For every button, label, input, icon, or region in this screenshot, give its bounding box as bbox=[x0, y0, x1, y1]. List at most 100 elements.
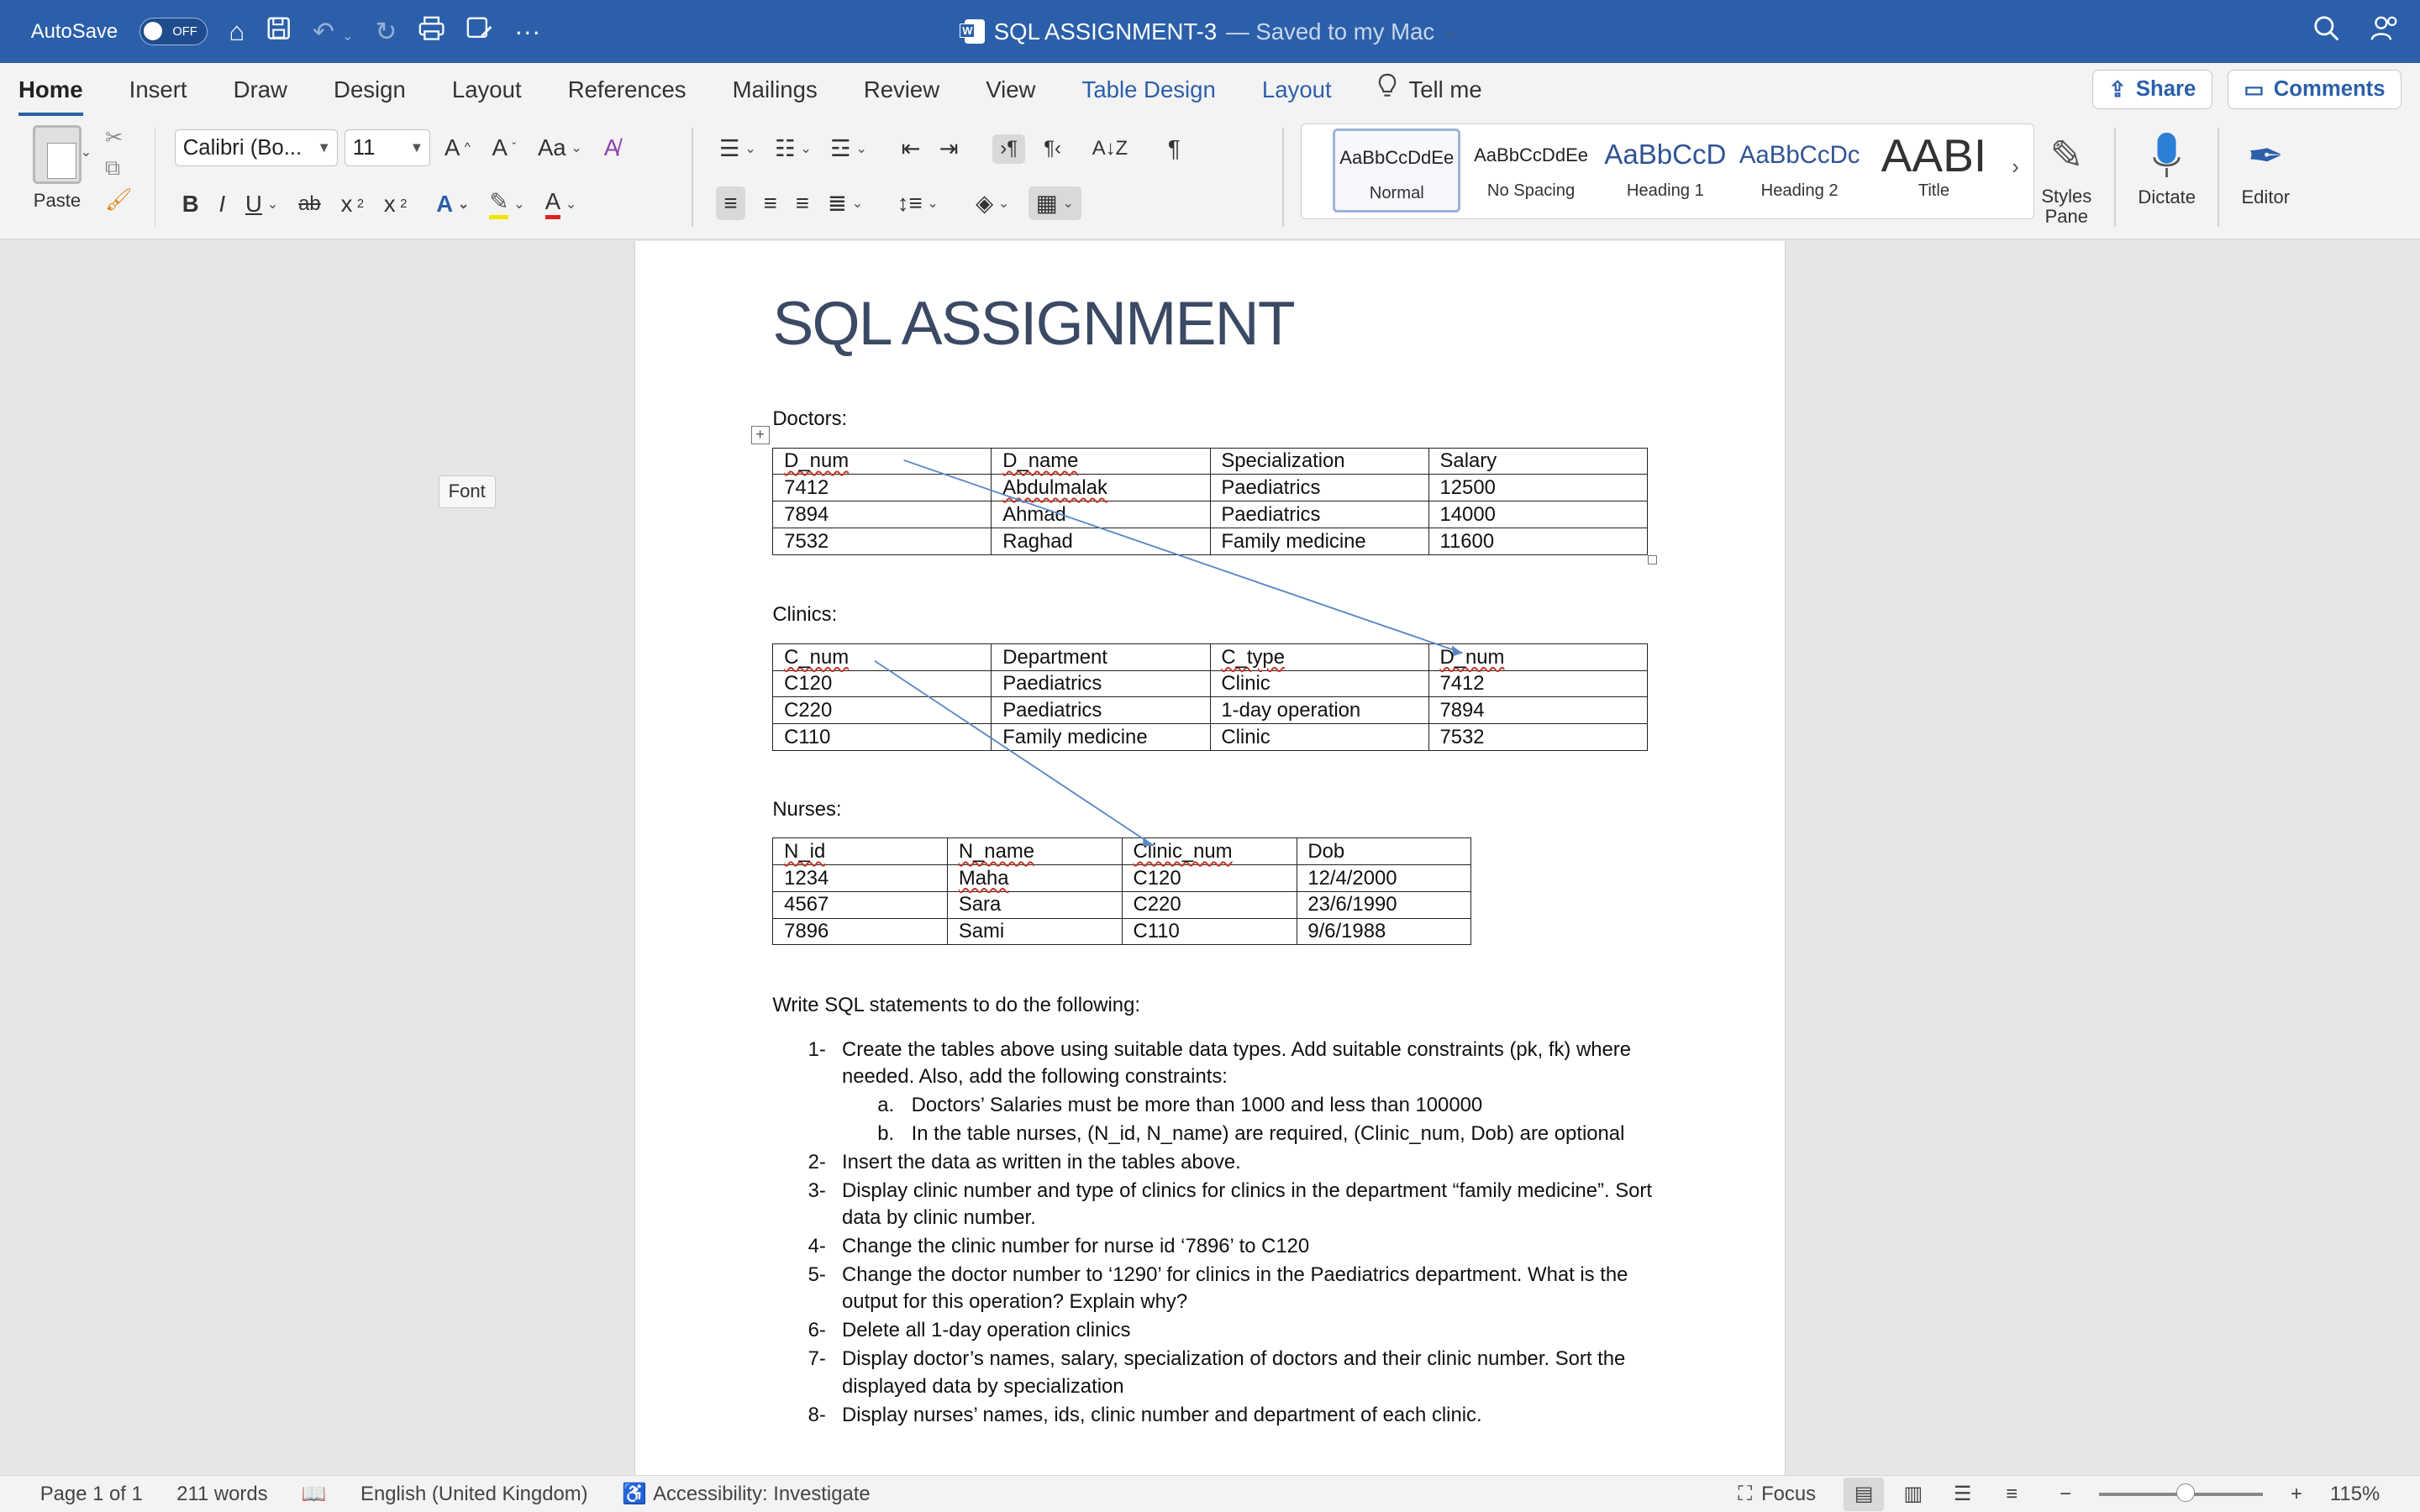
list-item[interactable]: 6- Delete all 1-day operation clinics bbox=[772, 1317, 1652, 1344]
redo-icon[interactable]: ↻ bbox=[375, 17, 397, 47]
change-case-icon[interactable]: Aa ⌄ bbox=[538, 134, 582, 161]
doctors-label[interactable]: Doctors: bbox=[772, 407, 847, 431]
tell-me-search[interactable]: Tell me bbox=[1378, 73, 1482, 105]
strikethrough-icon[interactable]: ab bbox=[298, 192, 321, 216]
table-cell[interactable]: Clinic_num bbox=[1121, 837, 1297, 866]
underline-icon[interactable]: U ⌄ bbox=[245, 191, 278, 218]
tab-insert[interactable]: Insert bbox=[129, 76, 187, 103]
accessibility-status[interactable]: ♿ Accessibility: Investigate bbox=[622, 1482, 871, 1506]
table-cell[interactable]: 12500 bbox=[1428, 474, 1648, 502]
align-center-icon[interactable]: ≡ bbox=[764, 190, 777, 217]
styles-pane-button[interactable]: ✎ Styles Pane bbox=[2037, 125, 2096, 227]
share-button[interactable]: ⇪ Share bbox=[2091, 69, 2212, 110]
list-item[interactable]: 7- Display doctor’s names, salary, specia… bbox=[772, 1346, 1652, 1399]
increase-indent-icon[interactable]: ⇥ bbox=[939, 135, 959, 162]
page-count[interactable]: Page 1 of 1 bbox=[40, 1483, 143, 1506]
tab-mailings[interactable]: Mailings bbox=[733, 76, 818, 103]
table-cell[interactable]: 4567 bbox=[772, 890, 948, 919]
table-cell[interactable]: 1234 bbox=[772, 864, 948, 892]
table-cell[interactable]: C_num bbox=[772, 643, 992, 671]
superscript-icon[interactable]: x2 bbox=[384, 191, 407, 218]
document-page[interactable]: SQL ASSIGNMENT Doctors: + D_num D_name Spe… bbox=[634, 240, 1786, 1475]
table-cell[interactable]: C220 bbox=[1121, 890, 1297, 919]
table-cell[interactable]: Maha bbox=[946, 864, 1123, 892]
tab-design[interactable]: Design bbox=[334, 76, 406, 103]
table-cell[interactable]: 9/6/1988 bbox=[1296, 917, 1472, 946]
shading-icon[interactable]: ◈ ⌄ bbox=[976, 190, 1010, 217]
word-count[interactable]: 211 words bbox=[176, 1483, 267, 1506]
table-cell[interactable]: C120 bbox=[772, 669, 992, 698]
draft-view-icon[interactable]: ≡ bbox=[1991, 1478, 2032, 1511]
table-cell[interactable]: Paediatrics bbox=[991, 696, 1211, 725]
outline-view-icon[interactable]: ☰ bbox=[1943, 1478, 1983, 1511]
table-cell[interactable]: N_id bbox=[772, 837, 948, 866]
chevron-right-icon[interactable]: › bbox=[2012, 155, 2019, 180]
table-resize-handle[interactable] bbox=[1647, 555, 1657, 565]
table-cell[interactable]: 7412 bbox=[1428, 669, 1648, 698]
grow-font-icon[interactable]: A ^ bbox=[445, 134, 471, 161]
search-icon[interactable] bbox=[2313, 15, 2339, 48]
align-left-icon[interactable]: ≡ bbox=[716, 186, 745, 220]
list-item[interactable]: 8- Display nurses’ names, ids, clinic num… bbox=[772, 1402, 1652, 1429]
table-cell[interactable]: C110 bbox=[1121, 917, 1297, 946]
table-cell[interactable]: 7532 bbox=[772, 527, 992, 555]
tab-table-design[interactable]: Table Design bbox=[1082, 76, 1216, 103]
clear-formatting-icon[interactable]: A̸ bbox=[604, 134, 619, 161]
shrink-font-icon[interactable]: Aˇ bbox=[492, 134, 516, 161]
table-cell[interactable]: Family medicine bbox=[991, 723, 1211, 751]
show-formatting-marks-icon[interactable]: ¶ bbox=[1168, 135, 1181, 162]
tab-references[interactable]: References bbox=[568, 76, 687, 103]
clinics-table[interactable]: C_num Department C_type D_num C120 Paediatric… bbox=[772, 643, 1648, 751]
autosave-toggle[interactable]: OFF bbox=[139, 18, 208, 46]
save-icon[interactable] bbox=[266, 16, 291, 47]
account-icon[interactable] bbox=[2370, 15, 2398, 48]
table-cell[interactable]: 7412 bbox=[772, 474, 992, 502]
editor-button[interactable]: ✒ Editor bbox=[2232, 125, 2300, 208]
ltr-paragraph-icon[interactable]: ›¶ bbox=[992, 134, 1026, 165]
comments-button[interactable]: ▭ Comments bbox=[2228, 69, 2402, 110]
table-cell[interactable]: 11600 bbox=[1428, 527, 1648, 555]
table-cell[interactable]: 1-day operation bbox=[1209, 696, 1429, 725]
table-cell[interactable]: 14000 bbox=[1428, 501, 1648, 528]
more-icon[interactable]: ··· bbox=[514, 17, 540, 47]
sub-list[interactable]: a. Doctors’ Salaries must be more than 10… bbox=[842, 1092, 1652, 1147]
table-cell[interactable]: 23/6/1990 bbox=[1296, 890, 1472, 919]
print-icon[interactable] bbox=[418, 16, 445, 47]
zoom-slider-thumb[interactable] bbox=[2176, 1483, 2196, 1503]
font-size-dropdown[interactable]: 11 ▼ bbox=[344, 129, 431, 167]
table-cell[interactable]: Ahmad bbox=[991, 501, 1211, 528]
table-cell[interactable]: C120 bbox=[1121, 864, 1297, 892]
table-cell[interactable]: Raghad bbox=[991, 527, 1211, 555]
tab-layout[interactable]: Layout bbox=[452, 76, 522, 103]
questions-list[interactable]: 1- Create the tables above using suitabl… bbox=[772, 1037, 1652, 1430]
table-cell[interactable]: Sami bbox=[946, 917, 1123, 946]
table-cell[interactable]: Paediatrics bbox=[991, 669, 1211, 698]
line-spacing-icon[interactable]: ↕≡ ⌄ bbox=[897, 190, 939, 217]
table-cell[interactable]: Clinic bbox=[1209, 669, 1429, 698]
table-cell[interactable]: D_num bbox=[772, 447, 992, 475]
sort-icon[interactable]: A↓Z bbox=[1092, 137, 1128, 160]
align-right-icon[interactable]: ≡ bbox=[796, 190, 809, 217]
table-cell[interactable]: D_num bbox=[1428, 643, 1648, 671]
list-item[interactable]: 2- Insert the data as written in the tabl… bbox=[772, 1149, 1652, 1176]
table-cell[interactable]: 12/4/2000 bbox=[1296, 864, 1472, 892]
tab-review[interactable]: Review bbox=[864, 76, 939, 103]
zoom-level[interactable]: 115% bbox=[2330, 1483, 2380, 1506]
language[interactable]: English (United Kingdom) bbox=[360, 1483, 588, 1506]
table-cell[interactable]: 7894 bbox=[772, 501, 992, 528]
list-item[interactable]: 1- Create the tables above using suitabl… bbox=[772, 1037, 1652, 1147]
doctors-table[interactable]: D_num D_name Specialization Salary 7412 Abdul… bbox=[772, 447, 1648, 555]
table-cell[interactable]: C_type bbox=[1209, 643, 1429, 671]
undo-icon[interactable]: ↶ ⌄ bbox=[313, 17, 354, 47]
highlight-color-icon[interactable]: ✎ ⌄ bbox=[489, 188, 525, 220]
table-cell[interactable]: 7896 bbox=[772, 917, 948, 946]
list-item[interactable]: 4- Change the clinic number for nurse id … bbox=[772, 1233, 1652, 1260]
paste-button[interactable]: Paste bbox=[18, 124, 96, 212]
style-no-spacing[interactable]: AaBbCcDdEe No Spacing bbox=[1467, 129, 1595, 212]
nurses-label[interactable]: Nurses: bbox=[772, 798, 841, 822]
numbering-icon[interactable]: ☷ ⌄ bbox=[775, 135, 812, 162]
table-cell[interactable]: Clinic bbox=[1209, 723, 1429, 751]
decrease-indent-icon[interactable]: ⇤ bbox=[901, 135, 920, 162]
font-name-dropdown[interactable]: Calibri (Bo... ▼ bbox=[174, 129, 339, 167]
paste-options-chevron-icon[interactable]: ⌄ bbox=[81, 144, 92, 160]
